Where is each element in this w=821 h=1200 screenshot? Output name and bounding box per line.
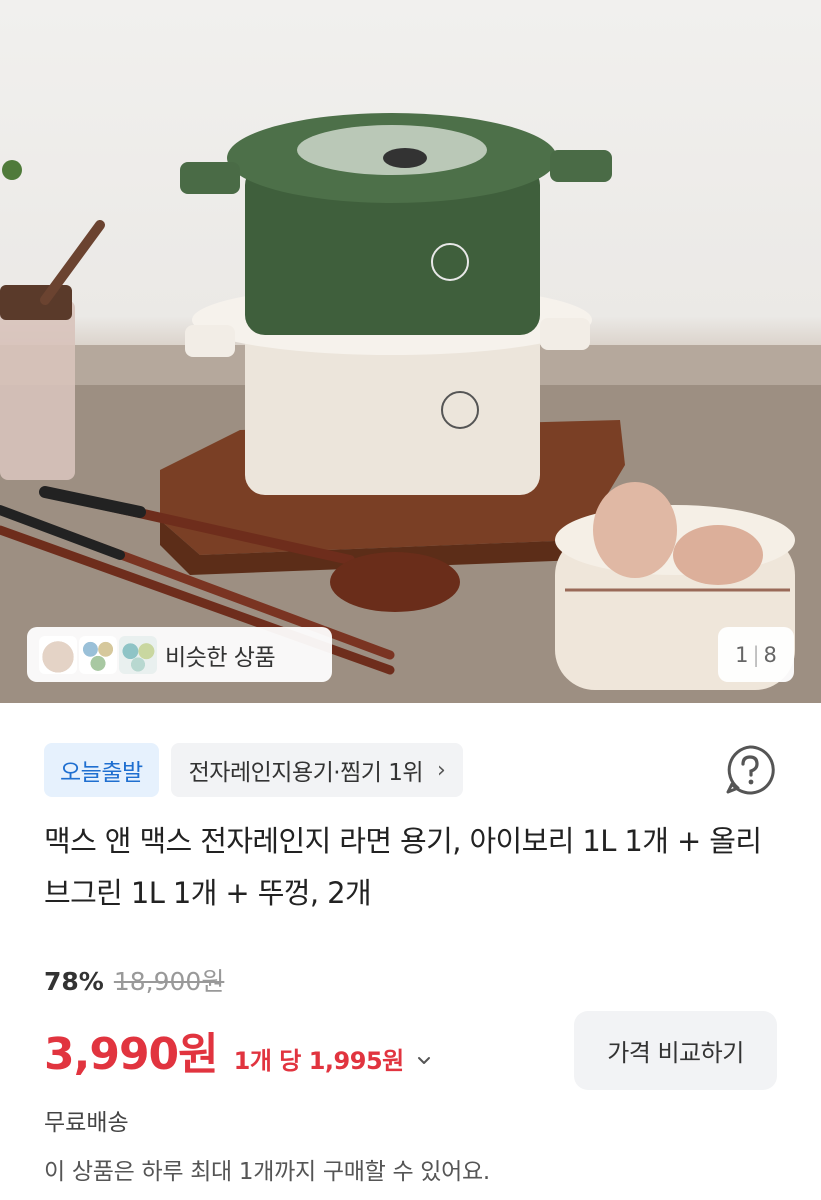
counter-separator: | (752, 642, 760, 667)
original-price: 18,900원 (113, 967, 225, 996)
counter-current: 1 (735, 642, 749, 667)
similar-thumbnails (39, 635, 157, 674)
sale-price: 3,990원 (44, 1029, 219, 1080)
purchase-limit-notice: 이 상품은 하루 최대 1개까지 구매할 수 있어요. (44, 1159, 490, 1185)
similar-products-label: 비슷한 상품 (165, 644, 276, 671)
product-title: 맥스 앤 맥스 전자레인지 라면 용기, 아이보리 1L 1개 + 올리브그린 … (44, 824, 762, 910)
price-compare-button[interactable]: 가격 비교하기 (574, 1011, 777, 1090)
today-departure-badge: 오늘출발 (44, 743, 159, 797)
badge-row: 오늘출발 전자레인지용기·찜기 1위 › (44, 743, 464, 797)
question-circle-icon[interactable] (722, 742, 778, 798)
discount-row: 78% 18,900원 (44, 962, 224, 998)
price-row: 3,990원 1개 당 1,995원 (44, 1018, 432, 1082)
category-rank-link[interactable]: 전자레인지용기·찜기 1위 › (170, 743, 464, 797)
product-image (0, 113, 821, 703)
shipping-info: 무료배송 (44, 1110, 129, 1136)
chevron-right-icon: › (437, 757, 446, 783)
counter-total: 8 (763, 642, 777, 667)
category-rank-label: 전자레인지용기·찜기 1위 (188, 760, 424, 786)
chevron-down-icon[interactable] (416, 1053, 432, 1069)
unit-price-toggle[interactable]: 1개 당 1,995원 (234, 1041, 405, 1076)
similar-products-button[interactable]: 비슷한 상품 (27, 627, 332, 682)
similar-thumbnail (119, 635, 157, 674)
discount-rate: 78% (44, 967, 104, 996)
image-counter: 1 | 8 (718, 627, 794, 682)
product-image-carousel[interactable]: 비슷한 상품 1 | 8 (0, 0, 821, 703)
similar-thumbnail (79, 635, 117, 674)
similar-thumbnail (39, 635, 77, 674)
